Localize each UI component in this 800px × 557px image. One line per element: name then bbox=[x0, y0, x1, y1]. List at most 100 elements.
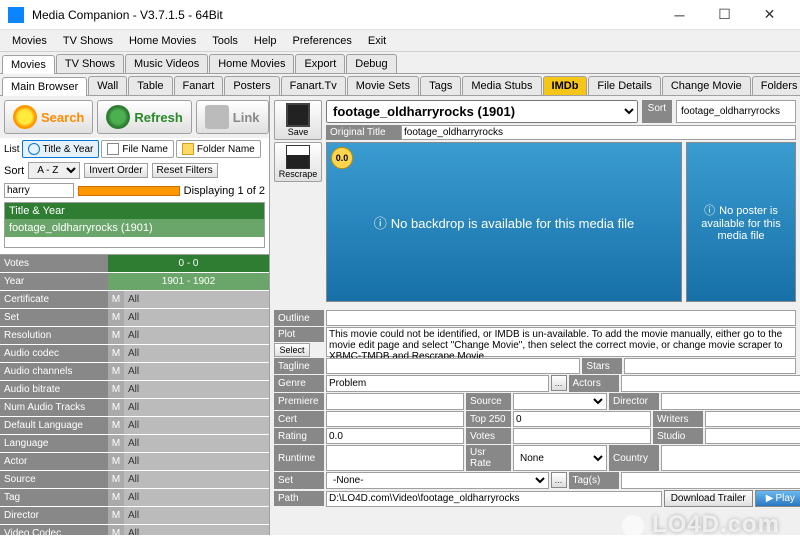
top250-field[interactable] bbox=[513, 411, 651, 427]
movie-list-item[interactable]: footage_oldharryrocks (1901) bbox=[5, 219, 264, 237]
filter-row[interactable]: SetMAll bbox=[0, 309, 269, 327]
tab-tvshows[interactable]: TV Shows bbox=[56, 54, 124, 73]
poster-area[interactable]: No poster is available for this media fi… bbox=[686, 142, 796, 302]
subtab-mediastubs[interactable]: Media Stubs bbox=[462, 76, 541, 95]
filter-row[interactable]: Audio channelsMAll bbox=[0, 363, 269, 381]
subtab-changemovie[interactable]: Change Movie bbox=[662, 76, 751, 95]
subtab-tags[interactable]: Tags bbox=[420, 76, 461, 95]
reset-filters-button[interactable]: Reset Filters bbox=[152, 163, 218, 178]
displaying-count: Displaying 1 of 2 bbox=[184, 185, 265, 197]
plot-select-button[interactable]: Select bbox=[274, 343, 310, 357]
premiere-field[interactable] bbox=[326, 393, 464, 410]
set-select[interactable]: -None- bbox=[326, 472, 549, 489]
filter-row[interactable]: Video CodecMAll bbox=[0, 525, 269, 535]
menu-tvshows[interactable]: TV Shows bbox=[55, 33, 121, 49]
runtime-field[interactable] bbox=[326, 445, 464, 471]
tab-debug[interactable]: Debug bbox=[346, 54, 396, 73]
votes-field[interactable] bbox=[513, 428, 651, 444]
set-edit-button[interactable]: … bbox=[551, 472, 567, 488]
list-title-year[interactable]: Title & Year bbox=[22, 140, 100, 158]
usrrate-select[interactable]: None bbox=[513, 445, 607, 471]
close-button[interactable]: ✕ bbox=[747, 1, 792, 29]
filter-row[interactable]: Votes0 - 0 bbox=[0, 255, 269, 273]
movie-title-select[interactable]: footage_oldharryrocks (1901) bbox=[326, 100, 638, 123]
menu-movies[interactable]: Movies bbox=[4, 33, 55, 49]
refresh-button[interactable]: Refresh bbox=[97, 100, 191, 134]
filter-row[interactable]: CertificateMAll bbox=[0, 291, 269, 309]
subtab-mainbrowser[interactable]: Main Browser bbox=[2, 77, 87, 96]
minimize-button[interactable]: ─ bbox=[657, 1, 702, 29]
download-trailer-button[interactable]: Download Trailer bbox=[664, 490, 753, 507]
set-label: Set bbox=[274, 472, 324, 489]
menu-preferences[interactable]: Preferences bbox=[285, 33, 360, 49]
filter-row[interactable]: Audio bitrateMAll bbox=[0, 381, 269, 399]
subtab-filedetails[interactable]: File Details bbox=[588, 76, 660, 95]
original-title-input[interactable] bbox=[401, 125, 796, 140]
rescrape-button[interactable]: Rescrape bbox=[274, 142, 322, 182]
subtab-moviesets[interactable]: Movie Sets bbox=[347, 76, 419, 95]
save-button[interactable]: Save bbox=[274, 100, 322, 140]
tab-musicvideos[interactable]: Music Videos bbox=[125, 54, 208, 73]
subtab-table[interactable]: Table bbox=[128, 76, 172, 95]
filter-m: M bbox=[108, 417, 124, 434]
filter-row[interactable]: ActorMAll bbox=[0, 453, 269, 471]
maximize-button[interactable]: ☐ bbox=[702, 1, 747, 29]
subtab-imdb[interactable]: IMDb bbox=[543, 76, 588, 95]
subtab-fanarttv[interactable]: Fanart.Tv bbox=[281, 76, 346, 95]
filter-m: M bbox=[108, 309, 124, 326]
stars-field[interactable] bbox=[624, 358, 796, 374]
rating-field[interactable] bbox=[326, 428, 464, 444]
tab-export[interactable]: Export bbox=[295, 54, 345, 73]
search-button[interactable]: Search bbox=[4, 100, 93, 134]
studio-field[interactable] bbox=[705, 428, 800, 444]
filter-row[interactable]: LanguageMAll bbox=[0, 435, 269, 453]
tagline-field[interactable] bbox=[326, 358, 580, 374]
folder-icon bbox=[182, 143, 194, 155]
subtab-wall[interactable]: Wall bbox=[88, 76, 127, 95]
menu-help[interactable]: Help bbox=[246, 33, 285, 49]
filter-row[interactable]: Num Audio TracksMAll bbox=[0, 399, 269, 417]
list-folder-name[interactable]: Folder Name bbox=[176, 140, 261, 158]
filter-row[interactable]: Audio codecMAll bbox=[0, 345, 269, 363]
invert-order-button[interactable]: Invert Order bbox=[84, 163, 147, 178]
outline-field[interactable] bbox=[326, 310, 796, 326]
menu-exit[interactable]: Exit bbox=[360, 33, 394, 49]
cert-field[interactable] bbox=[326, 411, 464, 427]
plot-field[interactable]: This movie could not be identified, or I… bbox=[326, 327, 796, 357]
filter-row[interactable]: ResolutionMAll bbox=[0, 327, 269, 345]
country-field[interactable] bbox=[661, 445, 800, 471]
path-field[interactable] bbox=[326, 491, 662, 507]
backdrop-area[interactable]: 0.0 No backdrop is available for this me… bbox=[326, 142, 682, 302]
actors-select[interactable] bbox=[621, 375, 800, 392]
list-file-name[interactable]: File Name bbox=[101, 140, 174, 158]
menu-homemovies[interactable]: Home Movies bbox=[121, 33, 204, 49]
filter-input[interactable] bbox=[4, 183, 74, 198]
filter-row[interactable]: Default LanguageMAll bbox=[0, 417, 269, 435]
filter-m: M bbox=[108, 435, 124, 452]
filter-row[interactable]: Year1901 - 1902 bbox=[0, 273, 269, 291]
tab-movies[interactable]: Movies bbox=[2, 55, 55, 74]
filter-row[interactable]: TagMAll bbox=[0, 489, 269, 507]
subtab-folders[interactable]: Folders bbox=[752, 76, 800, 95]
director-field[interactable] bbox=[661, 393, 800, 410]
filter-row[interactable]: SourceMAll bbox=[0, 471, 269, 489]
filter-table: Votes0 - 0Year1901 - 1902CertificateMAll… bbox=[0, 254, 269, 535]
rating-label: Rating bbox=[274, 428, 324, 444]
tab-homemovies[interactable]: Home Movies bbox=[209, 54, 294, 73]
filter-label: Actor bbox=[0, 453, 108, 470]
source-select[interactable] bbox=[513, 393, 607, 410]
sort-select[interactable]: A - Z bbox=[28, 162, 80, 179]
genre-edit-button[interactable]: … bbox=[551, 375, 567, 391]
link-button[interactable]: Link bbox=[196, 100, 269, 134]
sort-title-input[interactable] bbox=[676, 100, 796, 123]
filter-row[interactable]: DirectorMAll bbox=[0, 507, 269, 525]
genre-field[interactable] bbox=[326, 375, 549, 392]
subtab-posters[interactable]: Posters bbox=[224, 76, 279, 95]
plot-label: Plot bbox=[274, 327, 324, 342]
menu-tools[interactable]: Tools bbox=[204, 33, 246, 49]
filter-value: All bbox=[124, 381, 269, 398]
writers-field[interactable] bbox=[705, 411, 800, 427]
tags-field[interactable] bbox=[621, 472, 800, 489]
subtab-fanart[interactable]: Fanart bbox=[174, 76, 224, 95]
play-button[interactable]: ▶ Play bbox=[755, 490, 800, 507]
